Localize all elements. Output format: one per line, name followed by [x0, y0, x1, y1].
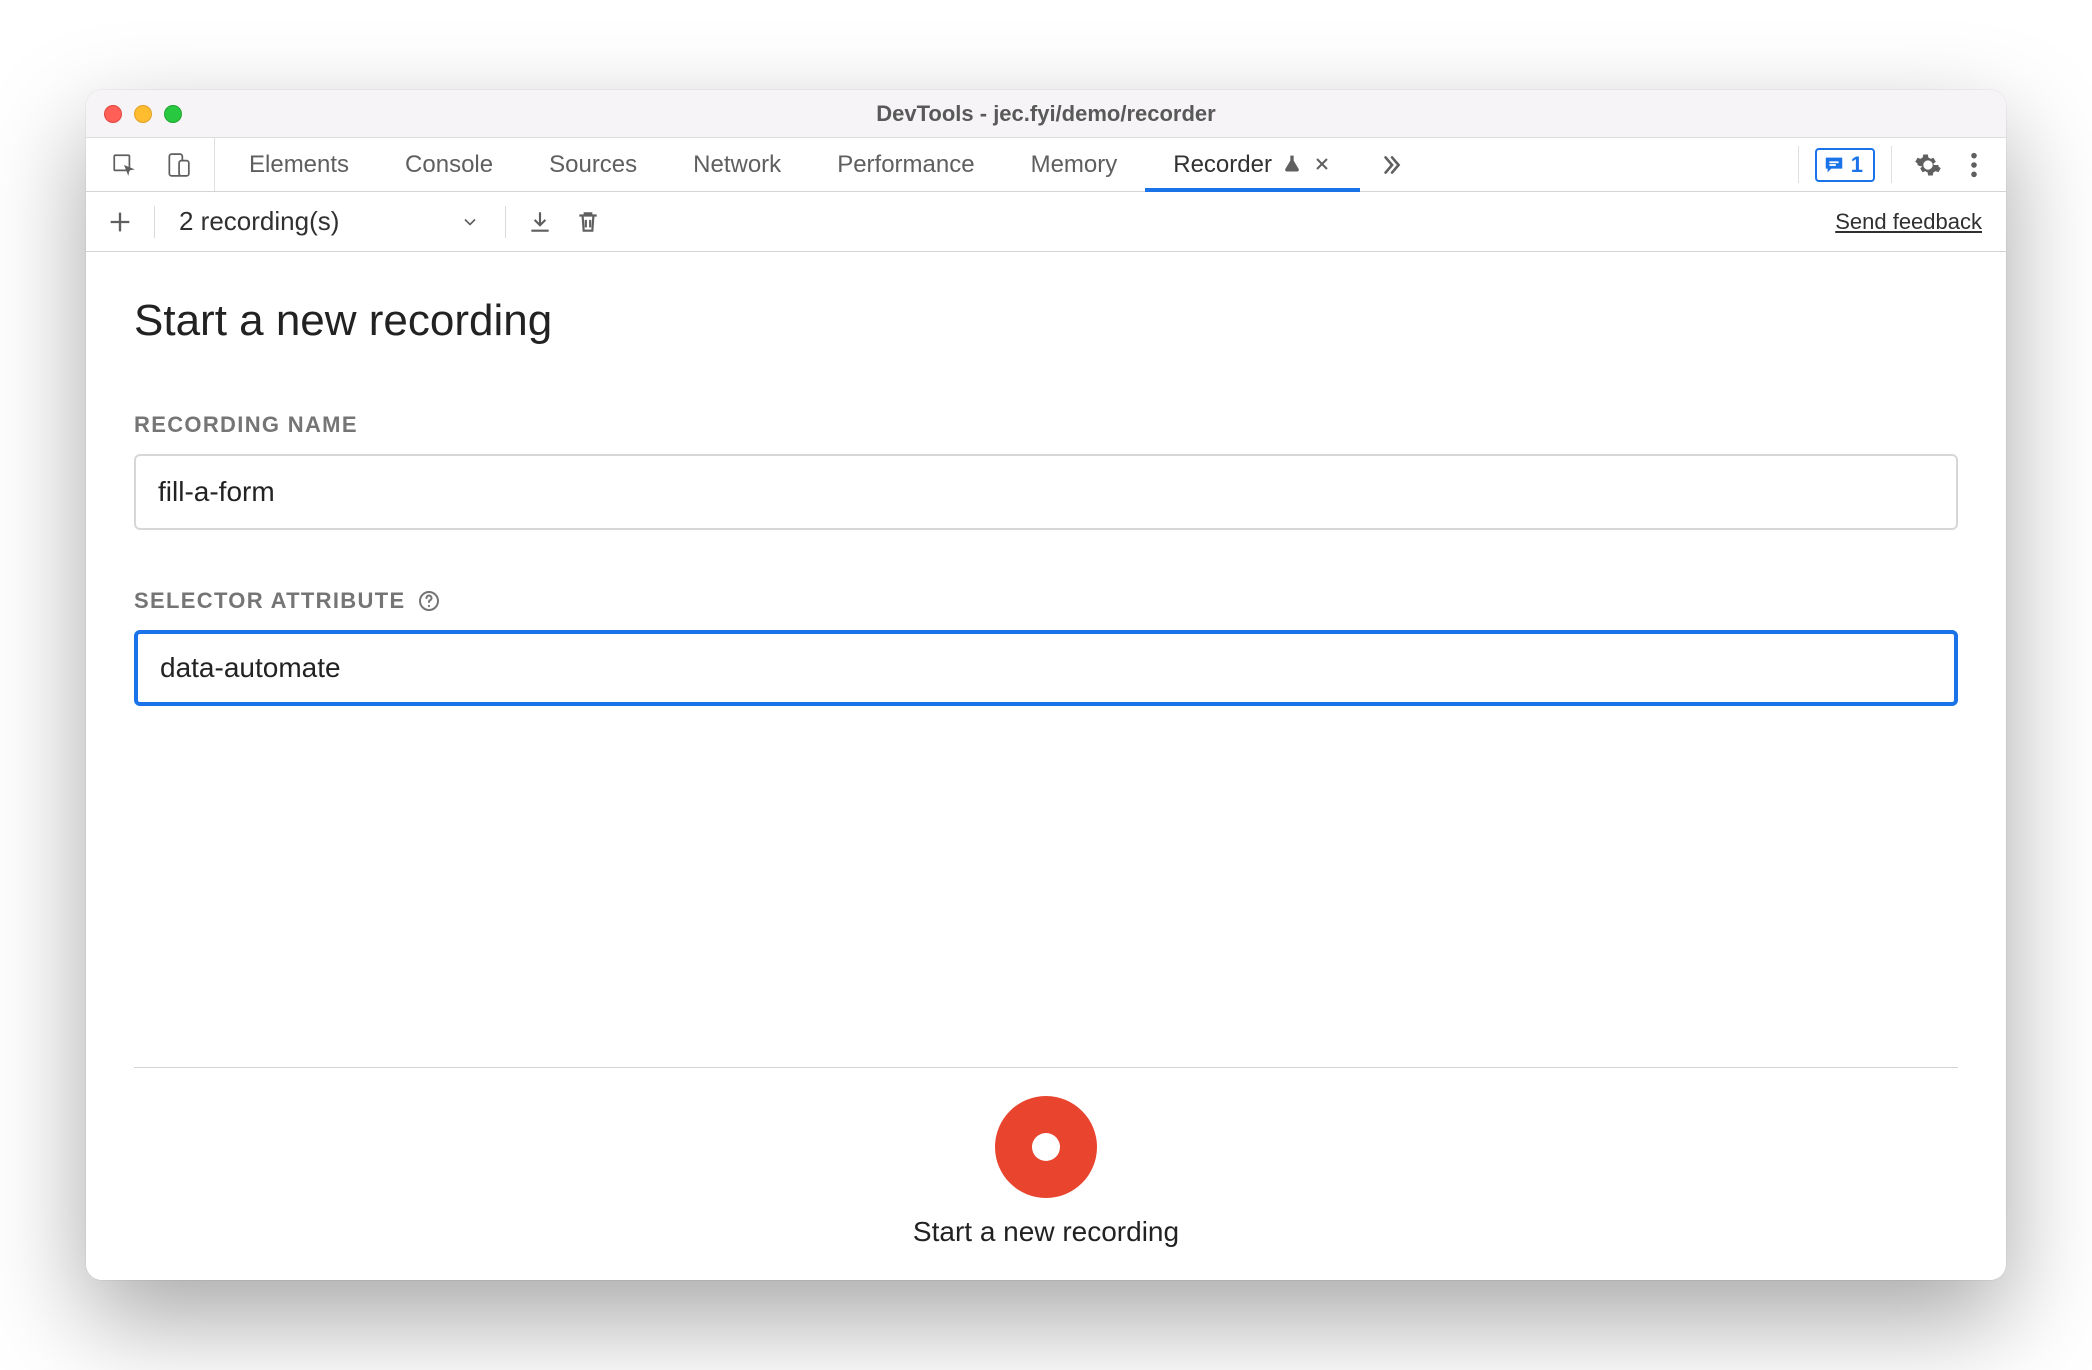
new-recording-button[interactable] [100, 202, 140, 242]
inspect-element-icon[interactable] [104, 145, 144, 185]
experiment-icon [1282, 154, 1304, 176]
field-recording-name: RECORDING NAME [134, 412, 1958, 530]
tab-console[interactable]: Console [377, 138, 521, 191]
window-title: DevTools - jec.fyi/demo/recorder [86, 101, 2006, 127]
chevron-down-icon [459, 211, 481, 233]
settings-icon[interactable] [1908, 145, 1948, 185]
tab-network[interactable]: Network [665, 138, 809, 191]
recorder-toolbar: 2 recording(s) Send feedback [86, 192, 2006, 252]
help-icon[interactable] [417, 589, 441, 613]
close-tab-icon[interactable] [1314, 156, 1332, 174]
tab-label: Recorder [1173, 151, 1272, 179]
recordings-dropdown[interactable]: 2 recording(s) [169, 206, 491, 237]
tab-elements[interactable]: Elements [221, 138, 377, 191]
recording-name-input[interactable] [134, 454, 1958, 530]
selector-attribute-label: SELECTOR ATTRIBUTE [134, 588, 1958, 614]
more-tabs-button[interactable] [1360, 138, 1422, 191]
issues-button[interactable]: 1 [1815, 148, 1875, 182]
recording-name-label: RECORDING NAME [134, 412, 1958, 438]
send-feedback-link[interactable]: Send feedback [1835, 209, 1992, 235]
selector-attribute-input[interactable] [134, 630, 1958, 706]
tab-label: Performance [837, 151, 974, 179]
tab-label: Memory [1031, 151, 1118, 179]
delete-button[interactable] [568, 202, 608, 242]
field-selector-attribute: SELECTOR ATTRIBUTE [134, 588, 1958, 706]
issues-count: 1 [1851, 152, 1863, 178]
tab-label: Sources [549, 151, 637, 179]
tab-memory[interactable]: Memory [1003, 138, 1146, 191]
export-button[interactable] [520, 202, 560, 242]
recorder-content: Start a new recording RECORDING NAME SEL… [86, 252, 2006, 1280]
devtools-tabstrip: Elements Console Sources Network Perform… [86, 138, 2006, 192]
tab-label: Elements [249, 151, 349, 179]
tab-recorder[interactable]: Recorder [1145, 138, 1360, 191]
selector-attribute-label-text: SELECTOR ATTRIBUTE [134, 588, 405, 614]
kebab-menu-icon[interactable] [1954, 145, 1994, 185]
recordings-dropdown-label: 2 recording(s) [179, 206, 339, 237]
tab-label: Network [693, 151, 781, 179]
start-recording-button[interactable] [995, 1096, 1097, 1198]
tab-performance[interactable]: Performance [809, 138, 1002, 191]
devtools-window: DevTools - jec.fyi/demo/recorder [86, 90, 2006, 1280]
tab-label: Console [405, 151, 493, 179]
page-title: Start a new recording [134, 296, 1958, 346]
start-recording-label: Start a new recording [913, 1216, 1179, 1248]
device-toolbar-icon[interactable] [158, 145, 198, 185]
recorder-footer: Start a new recording [134, 1067, 1958, 1280]
titlebar: DevTools - jec.fyi/demo/recorder [86, 90, 2006, 138]
tab-sources[interactable]: Sources [521, 138, 665, 191]
record-icon [1032, 1133, 1060, 1161]
